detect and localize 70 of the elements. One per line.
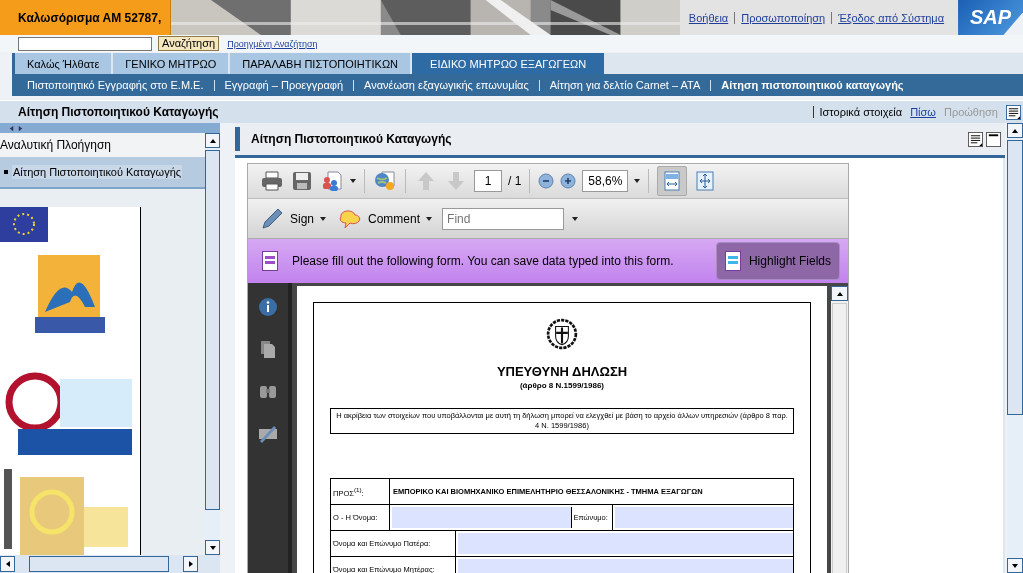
scroll-thumb[interactable] (1007, 140, 1023, 415)
scroll-up-button[interactable] (831, 286, 848, 301)
highlight-fields-button[interactable]: Highlight Fields (715, 242, 840, 280)
search-button[interactable]: Αναζήτηση (158, 36, 220, 51)
vertical-scrollbar[interactable] (831, 286, 848, 573)
page-count: / 1 (508, 174, 522, 188)
pages-icon[interactable] (258, 339, 278, 359)
history-menu[interactable]: Ιστορικά στοιχεία (812, 106, 903, 118)
tab[interactable]: ΕΙΔΙΚΟ ΜΗΤΡΩΟ ΕΞΑΓΩΓΕΩΝ (412, 53, 605, 74)
options-icon[interactable] (1006, 104, 1021, 120)
section-title: Αίτηση Πιστοποιητικού Καταγωγής (251, 132, 453, 146)
caret-icon[interactable] (320, 216, 327, 221)
subnav-link[interactable]: Ανανέωση εξαγωγικής επωνυμίας (353, 79, 539, 91)
share-document-icon[interactable] (320, 169, 344, 193)
header-link[interactable]: Έξοδος από Σύστημα (831, 11, 951, 24)
sap-logo: SAP (958, 0, 1023, 35)
save-icon[interactable] (290, 169, 314, 193)
vertical-scrollbar[interactable] (1007, 123, 1023, 573)
globe-document-icon[interactable] (373, 169, 397, 193)
search-field[interactable] (18, 36, 152, 51)
document-subtitle: (άρθρο 8 Ν.1599/1986) (519, 381, 605, 390)
nav-link[interactable]: Πίσω (910, 106, 936, 118)
sign-button[interactable]: Sign (258, 206, 329, 231)
navigation-title: Αναλυτική Πλοήγηση (0, 133, 205, 157)
caret-icon[interactable] (426, 216, 433, 221)
zoom-in-icon[interactable] (560, 173, 577, 189)
page-title: Αίτηση Πιστοποιητικού Καταγωγής (18, 105, 220, 119)
zoom-field[interactable]: 58,6% (582, 170, 629, 192)
print-icon[interactable] (260, 169, 284, 193)
bullet-icon (4, 170, 8, 174)
header-link[interactable]: Προσωποποίηση (734, 11, 832, 24)
scroll-up-button[interactable] (1007, 123, 1023, 138)
find-field[interactable]: Find (442, 207, 565, 230)
input-field[interactable] (458, 533, 793, 554)
form-icon[interactable] (724, 251, 741, 271)
advanced-search-link[interactable]: Προηγμένη Αναζήτηση (227, 38, 318, 49)
pen-icon[interactable] (260, 206, 284, 231)
tab[interactable]: Καλώς Ήλθατε (15, 53, 112, 74)
horizontal-scrollbar[interactable] (0, 555, 220, 573)
comment-button[interactable]: Comment (336, 206, 435, 231)
options-icon[interactable] (968, 131, 983, 147)
tab[interactable]: ΓΕΝΙΚΟ ΜΗΤΡΩΟ (113, 53, 229, 74)
signature-icon[interactable] (258, 423, 278, 443)
page-number-field[interactable]: 1 (474, 170, 502, 192)
scroll-thumb[interactable] (29, 556, 169, 572)
info-icon[interactable] (258, 297, 278, 317)
subnav-link[interactable]: Αίτηση για δελτίο Carnet – ATA (538, 79, 711, 91)
welcome-banner: Καλωσόρισμα ΑΜ 52787, (0, 0, 171, 35)
navigation-item[interactable]: Αίτηση Πιστοποιητικού Καταγωγής (12, 165, 183, 179)
caret-icon[interactable] (572, 216, 579, 221)
subnav-link[interactable]: Πιστοποιητικό Εγγραφής στο Ε.Μ.Ε. (17, 79, 214, 91)
caret-icon[interactable] (634, 179, 641, 183)
subnav-link[interactable]: Αίτηση πιστοποιητικού καταγωγής (710, 79, 914, 91)
input-field[interactable] (392, 507, 572, 528)
document-title: ΥΠΕΥΘΥΝΗ ΔΗΛΩΣΗ (496, 364, 628, 379)
subnav-link[interactable]: Εγγραφή – Προεγγραφή (213, 79, 354, 91)
zoom-out-icon[interactable] (538, 173, 555, 189)
form-icon (262, 251, 278, 271)
caret-icon[interactable] (350, 179, 356, 183)
header-link[interactable]: Βοήθεια (682, 11, 735, 24)
coat-of-arms-icon (546, 318, 578, 350)
form-notice: Please fill out the following form. You can save data typed into this form. (292, 254, 675, 268)
scroll-down-button[interactable] (1007, 558, 1023, 573)
arrow-down-icon[interactable] (1011, 561, 1019, 570)
tab[interactable]: ΠΑΡΑΛΑΒΗ ΠΙΣΤΟΠΟΙΗΤΙΚΩΝ (230, 53, 411, 74)
input-field[interactable] (614, 507, 793, 528)
scroll-right-button[interactable] (183, 556, 198, 572)
arrow-right-icon[interactable] (186, 560, 195, 568)
scroll-left-button[interactable] (0, 556, 15, 572)
minimize-icon[interactable] (986, 131, 1001, 147)
